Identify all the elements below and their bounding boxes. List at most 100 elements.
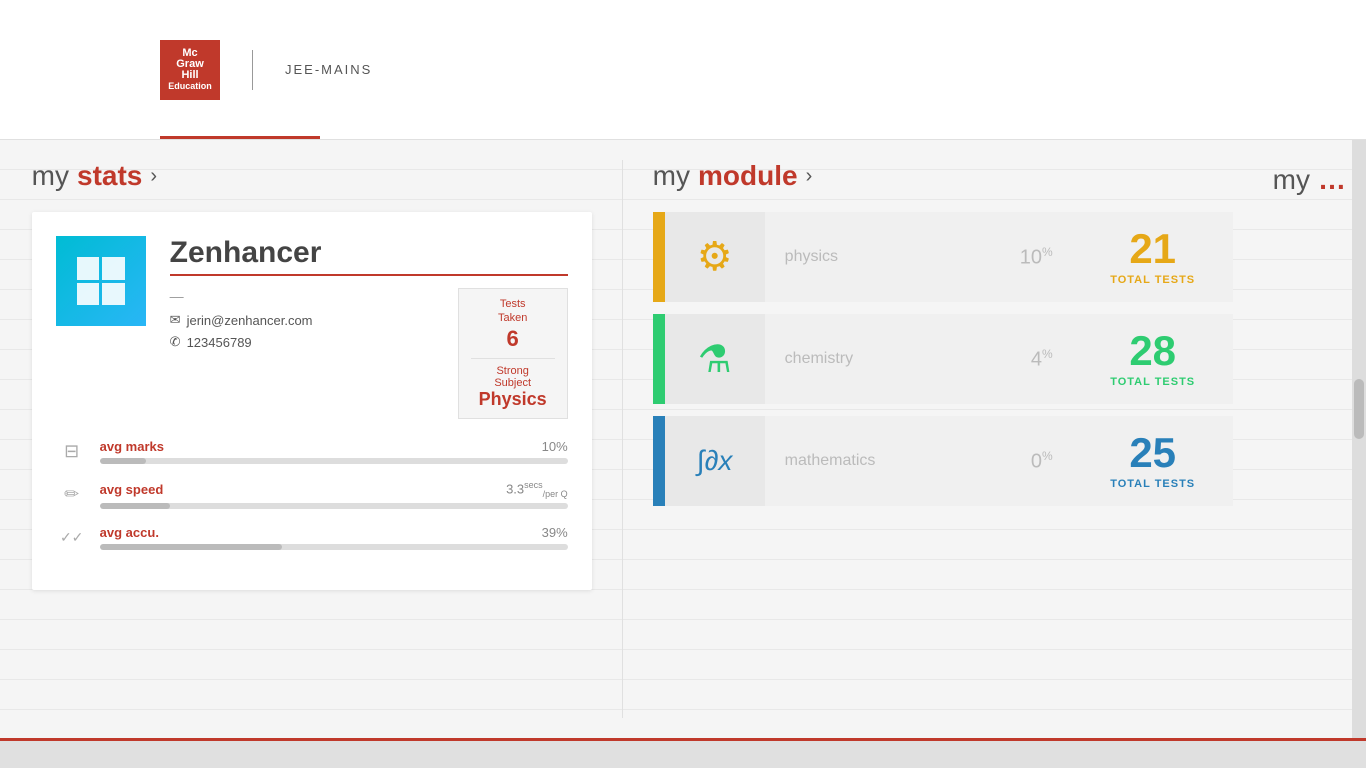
header: Mc Graw Hill Education JEE-MAINS — [0, 0, 1366, 140]
stats-arrow-icon[interactable]: › — [150, 165, 157, 188]
chemistry-total-area: 28 TOTAL TESTS — [1073, 314, 1233, 404]
content-area: my stats › — [0, 140, 1366, 738]
chemistry-total-number: 28 — [1089, 330, 1217, 372]
avatar — [56, 236, 146, 326]
stats-bold-label: stats — [77, 160, 142, 192]
avg-accu-bar-bg — [100, 544, 568, 550]
logo-block: Mc Graw Hill Education JEE-MAINS — [160, 40, 372, 100]
profile-info-col: — ✉ jerin@zenhancer.com ✆ 123456789 — [170, 288, 446, 350]
physics-total-label: TOTAL TESTS — [1089, 274, 1217, 286]
stats-section-title: my stats › — [32, 160, 592, 192]
chemistry-icon-area: ⚗ — [665, 314, 765, 404]
avg-accu-icon: ✓✓ — [56, 529, 88, 546]
tests-taken-label: TestsTaken — [471, 297, 555, 326]
avg-speed-bar-bg — [100, 503, 568, 509]
right-my-label: my — [1273, 164, 1310, 196]
avg-speed-bar-fill — [100, 503, 170, 509]
pencils-decoration — [0, 140, 12, 738]
avg-accu-info: avg accu. 39% — [100, 525, 568, 550]
right-panel-hint: my … — [1253, 160, 1366, 718]
avg-speed-header: avg speed 3.3secs/per Q — [100, 480, 568, 499]
chemistry-subject-name: chemistry — [765, 350, 1031, 368]
avg-accu-bar-fill — [100, 544, 283, 550]
tests-taken-box: TestsTaken 6 StrongSubject Physics — [458, 288, 568, 419]
avg-speed-info: avg speed 3.3secs/per Q — [100, 480, 568, 509]
strong-subject-label: StrongSubject — [471, 365, 555, 389]
physics-icon: ⚙ — [697, 234, 733, 280]
windows-icon — [77, 257, 125, 305]
module-bold-label: module — [698, 160, 798, 192]
physics-icon-area: ⚙ — [665, 212, 765, 302]
right-section-title: my … — [1273, 164, 1346, 196]
chemistry-total-label: TOTAL TESTS — [1089, 376, 1217, 388]
right-bold-label: … — [1318, 164, 1346, 196]
module-section-title: my module › — [653, 160, 1233, 192]
mathematics-total-area: 25 TOTAL TESTS — [1073, 416, 1233, 506]
avg-marks-row: ⊟ avg marks 10% — [56, 439, 568, 464]
avg-speed-label: avg speed — [100, 482, 164, 497]
chemistry-percent: 4% — [1031, 347, 1073, 372]
profile-stats-row: — ✉ jerin@zenhancer.com ✆ 123456789 — [170, 288, 568, 419]
chemistry-color-bar — [653, 314, 665, 404]
logo-image: Mc Graw Hill Education — [160, 40, 220, 100]
module-my-label: my — [653, 160, 690, 192]
chemistry-module-card[interactable]: ⚗ chemistry 4% 28 TOTAL TESTS — [653, 314, 1233, 404]
main-content: my stats › — [12, 140, 1366, 738]
avg-marks-info: avg marks 10% — [100, 439, 568, 464]
avg-speed-value: 3.3secs/per Q — [506, 480, 568, 499]
physics-total-area: 21 TOTAL TESTS — [1073, 212, 1233, 302]
section-divider — [622, 160, 623, 718]
logo-subtitle: JEE-MAINS — [285, 62, 372, 77]
logo-edu: Education — [168, 81, 212, 92]
logo-divider — [252, 50, 253, 90]
logo-hill: Hill — [181, 70, 198, 81]
mathematics-icon-area: ∫∂x — [665, 416, 765, 506]
profile-name: Zenhancer — [170, 236, 568, 276]
physics-color-bar — [653, 212, 665, 302]
email-icon: ✉ — [170, 312, 181, 328]
avg-accu-row: ✓✓ avg accu. 39% — [56, 525, 568, 550]
module-arrow-icon[interactable]: › — [806, 165, 813, 188]
avg-accu-value: 39% — [542, 525, 568, 540]
mathematics-subject-name: mathematics — [765, 452, 1031, 470]
bottom-bar — [0, 738, 1366, 768]
mathematics-color-bar — [653, 416, 665, 506]
phone-value: 123456789 — [187, 335, 252, 350]
mathematics-percent: 0% — [1031, 449, 1073, 474]
stats-my-label: my — [32, 160, 69, 192]
chemistry-icon: ⚗ — [698, 337, 732, 382]
avg-speed-icon: ✏ — [56, 484, 88, 505]
physics-module-card[interactable]: ⚙ physics 10% 21 TOTAL TESTS — [653, 212, 1233, 302]
physics-percent: 10% — [1020, 245, 1073, 270]
avg-speed-row: ✏ avg speed 3.3secs/per Q — [56, 480, 568, 509]
windows-pane-bl — [77, 283, 100, 306]
mathematics-total-number: 25 — [1089, 432, 1217, 474]
avg-marks-value: 10% — [542, 439, 568, 454]
stats-card: Zenhancer — ✉ jerin@zenhancer.com ✆ — [32, 212, 592, 590]
strong-subject-value: Physics — [471, 389, 555, 410]
scrollbar-thumb[interactable] — [1354, 379, 1364, 439]
avg-marks-icon: ⊟ — [56, 441, 88, 462]
avg-marks-bar-bg — [100, 458, 568, 464]
avg-accu-label: avg accu. — [100, 525, 159, 540]
tests-taken-value: 6 — [471, 326, 555, 352]
mathematics-module-card[interactable]: ∫∂x mathematics 0% 25 TOTAL TESTS — [653, 416, 1233, 506]
email-value: jerin@zenhancer.com — [187, 313, 313, 328]
windows-pane-tr — [102, 257, 125, 280]
profile-email: ✉ jerin@zenhancer.com — [170, 312, 446, 328]
mathematics-total-label: TOTAL TESTS — [1089, 478, 1217, 490]
profile-right: Zenhancer — ✉ jerin@zenhancer.com ✆ — [170, 236, 568, 419]
stats-section: my stats › — [12, 160, 612, 718]
mathematics-icon: ∫∂x — [697, 445, 733, 477]
metrics-section: ⊟ avg marks 10% ✏ — [56, 439, 568, 550]
header-underline — [160, 136, 320, 139]
scrollbar[interactable] — [1352, 140, 1366, 738]
logo-mc: Mc — [182, 48, 197, 59]
profile-dash: — — [170, 288, 446, 304]
physics-total-number: 21 — [1089, 228, 1217, 270]
windows-pane-br — [102, 283, 125, 306]
profile-phone: ✆ 123456789 — [170, 334, 446, 350]
windows-pane-tl — [77, 257, 100, 280]
physics-subject-name: physics — [765, 248, 1020, 266]
module-section: my module › ⚙ physics 10% 21 TOTAL TESTS — [633, 160, 1253, 718]
